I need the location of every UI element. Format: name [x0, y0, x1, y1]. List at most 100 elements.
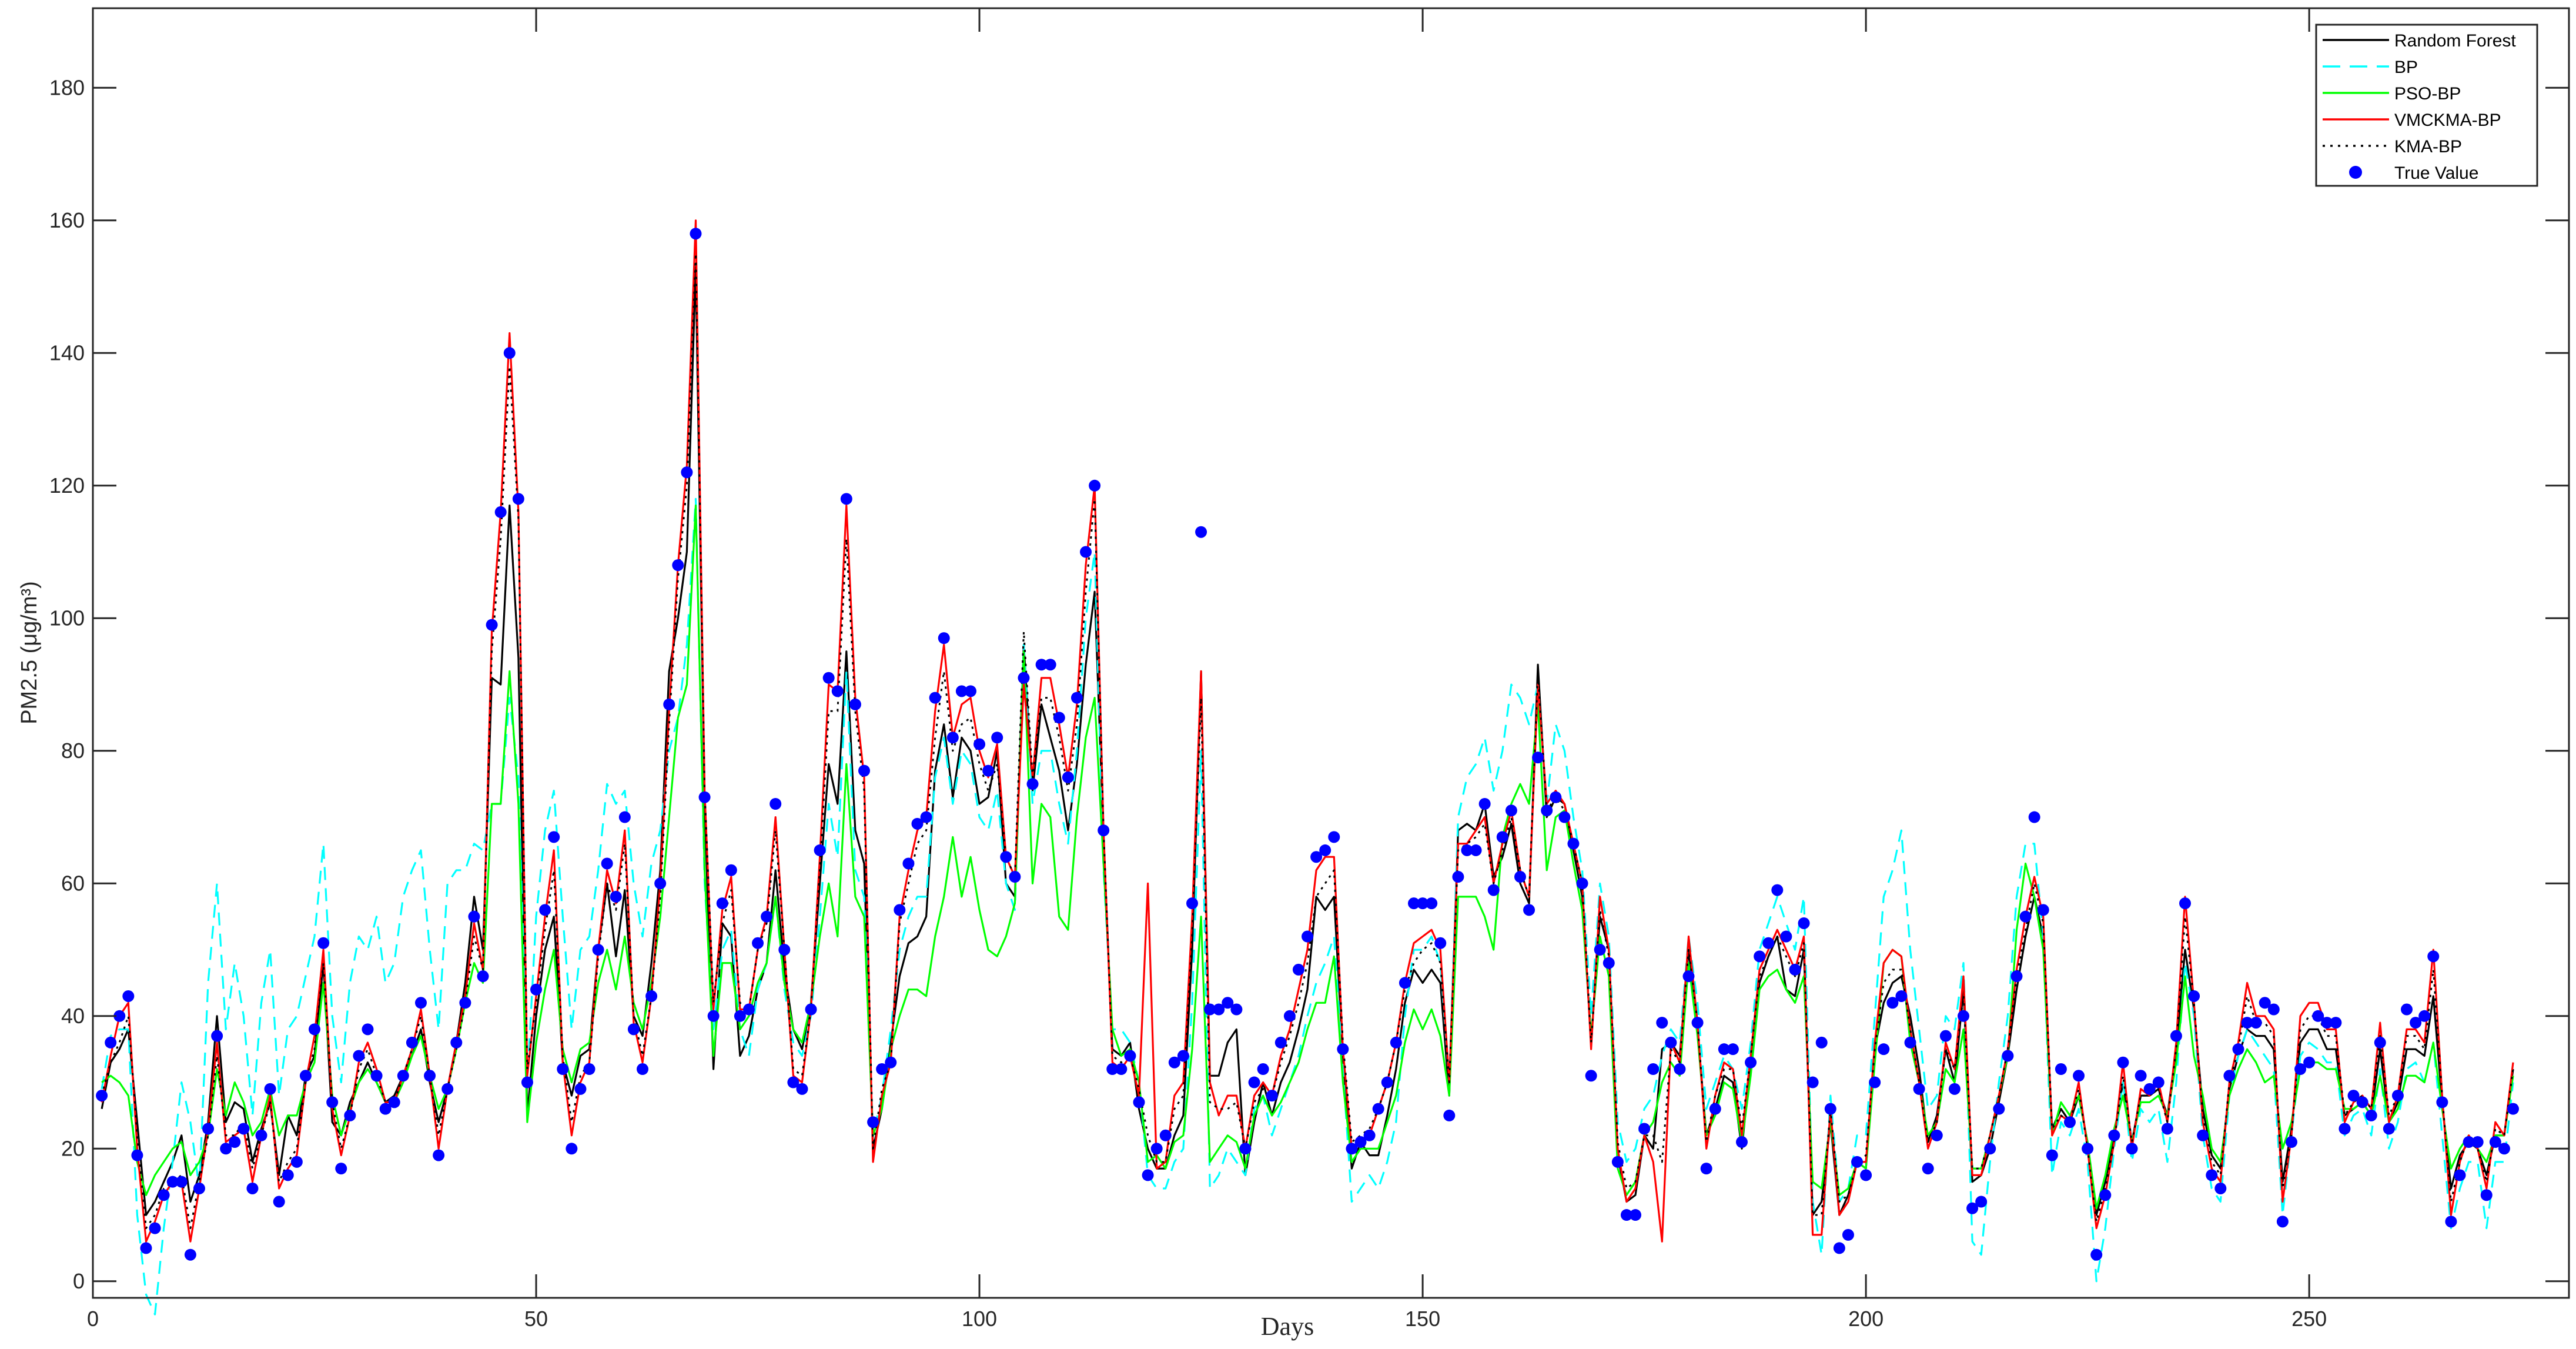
true-value-point: [645, 990, 658, 1002]
x-tick-label: 200: [1848, 1307, 1884, 1331]
y-tick-label: 180: [49, 75, 85, 99]
true-value-point: [2082, 1143, 2094, 1155]
true-value-point: [1735, 1136, 1748, 1148]
true-value-point: [512, 493, 524, 505]
true-value-point: [592, 944, 604, 956]
true-value-point: [1691, 1017, 1704, 1029]
true-value-point: [1939, 1030, 1952, 1042]
true-value-point: [450, 1036, 463, 1049]
legend: Random Forest BP PSO-BP VMCKMA-BP KMA-BP True…: [2315, 24, 2538, 187]
true-value-point: [2117, 1056, 2129, 1068]
y-tick-label: 40: [61, 1004, 85, 1028]
series-line-kma-bp: [101, 252, 2514, 1230]
true-value-point: [681, 466, 693, 479]
true-value-point: [477, 970, 489, 983]
true-value-point: [1514, 871, 1526, 883]
legend-label-pso-bp: PSO-BP: [2394, 84, 2461, 103]
true-value-point: [309, 1023, 321, 1036]
true-value-point: [2126, 1143, 2138, 1155]
true-value-point: [1124, 1050, 1136, 1062]
true-value-point: [184, 1248, 196, 1261]
true-value-point: [1443, 1109, 1456, 1121]
true-value-point: [273, 1196, 285, 1208]
true-value-point: [1098, 824, 1110, 837]
true-value-point: [1550, 791, 1562, 803]
true-value-point: [105, 1036, 117, 1049]
true-value-point: [770, 798, 782, 810]
true-value-point: [1904, 1036, 1916, 1049]
true-value-point: [938, 632, 950, 645]
true-value-point: [2152, 1076, 2164, 1088]
true-value-point: [1576, 877, 1588, 890]
true-value-point: [326, 1096, 339, 1108]
true-value-point: [1452, 871, 1464, 883]
true-value-point: [973, 738, 986, 750]
true-value-point: [1842, 1228, 1854, 1241]
true-value-point: [1274, 1036, 1287, 1049]
true-value-point: [1611, 1156, 1624, 1168]
true-value-point: [1470, 844, 1482, 856]
true-value-point: [1806, 1076, 1819, 1088]
true-value-point: [2339, 1123, 2351, 1135]
true-value-point: [1700, 1163, 1712, 1175]
true-value-point: [282, 1169, 294, 1181]
true-value-point: [1869, 1076, 1881, 1088]
true-value-point: [725, 864, 737, 876]
true-value-point: [946, 732, 959, 744]
true-value-point: [1239, 1143, 1252, 1155]
true-value-point: [2179, 897, 2192, 910]
true-value-point: [991, 732, 1003, 744]
true-value-point: [1984, 1143, 1996, 1155]
x-axis-title: Days: [1261, 1312, 1314, 1341]
true-value-point: [2197, 1129, 2209, 1141]
true-value-point: [1630, 1209, 1642, 1221]
y-tick-label: 160: [49, 208, 85, 232]
true-value-point: [1426, 897, 1438, 910]
true-value-point: [982, 764, 995, 777]
true-value-point: [2276, 1216, 2289, 1228]
true-value-point: [2374, 1036, 2386, 1049]
true-value-point: [707, 1010, 720, 1022]
true-value-point: [2019, 910, 2032, 923]
y-tick-label: 20: [61, 1136, 85, 1160]
true-value-point: [494, 506, 507, 518]
true-value-point: [486, 619, 498, 631]
true-value-point: [849, 698, 861, 710]
true-value-point: [397, 1070, 409, 1082]
true-value-point: [1133, 1096, 1145, 1108]
true-value-point: [1248, 1076, 1260, 1088]
true-value-point: [2401, 1003, 2413, 1016]
y-tick-label: 120: [49, 473, 85, 497]
true-value-point: [1496, 831, 1508, 843]
true-value-point: [131, 1149, 143, 1161]
true-value-point: [158, 1189, 170, 1201]
true-value-point: [1266, 1090, 1278, 1102]
true-value-point: [2436, 1096, 2448, 1108]
true-value-point: [894, 904, 906, 916]
true-value-point: [796, 1083, 808, 1095]
true-value-point: [1603, 957, 1615, 969]
true-value-point: [2356, 1096, 2368, 1108]
true-value-point: [255, 1129, 267, 1141]
true-value-point: [2427, 950, 2440, 963]
true-value-point: [229, 1136, 241, 1148]
plot-box: [92, 7, 2570, 1299]
true-value-point: [1505, 804, 1517, 817]
true-value-point: [1363, 1129, 1376, 1141]
true-value-point: [1656, 1017, 1668, 1029]
series-line-random-forest: [101, 266, 2514, 1216]
true-value-point: [672, 559, 684, 572]
true-value-point: [1053, 712, 1065, 724]
true-value-point: [317, 937, 330, 949]
true-value-point: [175, 1176, 188, 1188]
true-value-point: [2037, 904, 2049, 916]
true-value-point: [1745, 1056, 1757, 1068]
true-value-point: [805, 1003, 817, 1016]
pm25-prediction-chart: 0 50 100 150 200 250 0 20 40 60 80 100 120 140 160 180…: [17, 7, 2570, 1341]
legend-label-random-forest: Random Forest: [2394, 31, 2516, 51]
true-value-point: [2188, 990, 2200, 1002]
true-value-point: [2170, 1030, 2182, 1042]
true-value-point: [601, 857, 613, 870]
true-value-point: [1913, 1083, 1925, 1095]
true-value-point: [1478, 798, 1491, 810]
